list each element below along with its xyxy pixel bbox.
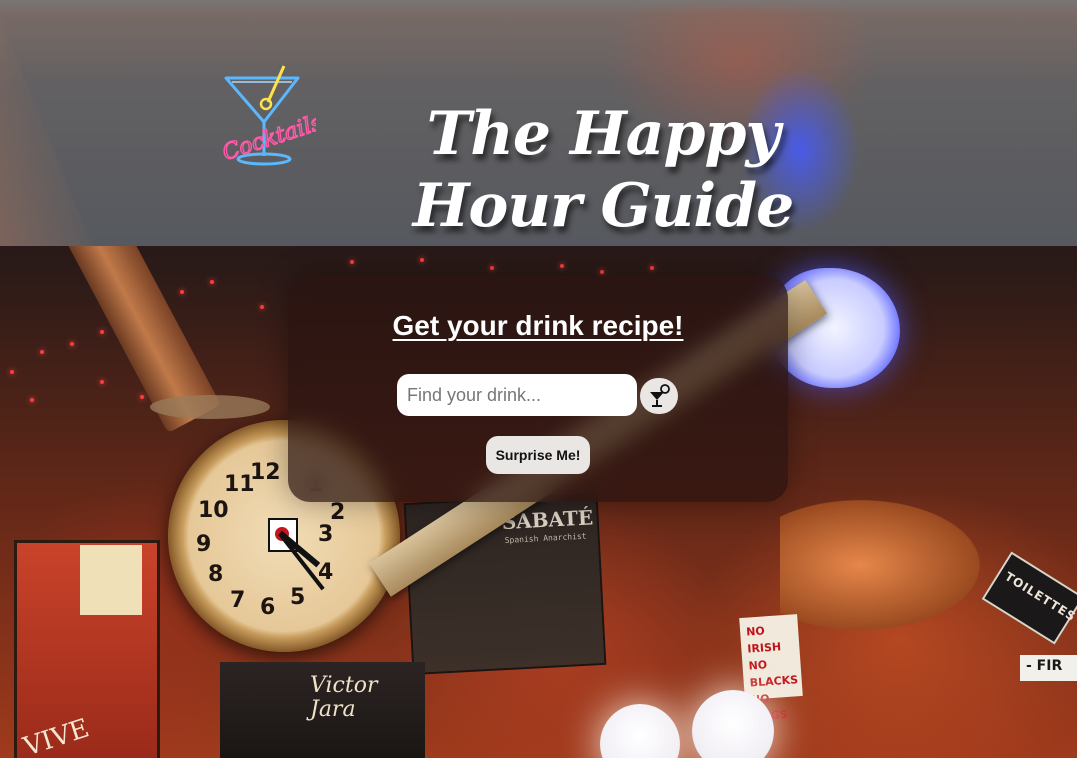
clock-number: 11 bbox=[224, 472, 255, 497]
page: 12 1 2 3 4 5 6 7 8 9 10 11 VIVE SABATÉ S… bbox=[0, 0, 1077, 758]
site-header: Cocktails The Happy Hour Guide bbox=[0, 0, 1077, 246]
sign-fir-text: - FIR bbox=[1026, 658, 1063, 674]
sign-toilettes-text: TOILETTES bbox=[1002, 569, 1077, 625]
search-button[interactable] bbox=[640, 378, 678, 414]
clock-number: 5 bbox=[290, 585, 306, 610]
clock-number: 7 bbox=[230, 588, 246, 613]
site-title: The Happy Hour Guide bbox=[412, 99, 795, 242]
clock-number: 8 bbox=[208, 562, 224, 587]
clock-number: 3 bbox=[318, 522, 334, 547]
poster-victor-text: Victor Jara bbox=[310, 673, 378, 722]
search-input[interactable] bbox=[397, 374, 637, 416]
search-card: Get your drink recipe! Surprise Me! bbox=[288, 276, 788, 502]
sign-no-irish: NO IRISH NO BLACKS NO DOGS bbox=[739, 614, 803, 723]
poster-sabate-subtitle: Spanish Anarchist bbox=[504, 531, 587, 545]
cocktail-search-icon bbox=[640, 384, 678, 417]
clock-number: 4 bbox=[318, 560, 334, 585]
clock-number: 10 bbox=[198, 498, 229, 523]
clock-number: 9 bbox=[196, 532, 212, 557]
globe-lamp bbox=[600, 704, 680, 758]
martini-glass-neon-icon: Cocktails bbox=[216, 64, 326, 174]
sign-toilettes: TOILETTES bbox=[981, 551, 1077, 645]
poster-victor-jara: Victor Jara bbox=[220, 662, 425, 758]
poster-vive-text: VIVE bbox=[19, 713, 93, 758]
header-light-streak bbox=[0, 0, 103, 246]
header-top-shade bbox=[0, 0, 1077, 14]
portrait-che bbox=[80, 545, 142, 615]
ceiling-fan bbox=[150, 395, 270, 419]
card-heading: Get your drink recipe! bbox=[392, 310, 684, 341]
sign-fir: - FIR bbox=[1020, 655, 1077, 681]
surprise-me-button[interactable]: Surprise Me! bbox=[486, 436, 590, 474]
hand-sculpture bbox=[780, 500, 980, 630]
clock-number: 6 bbox=[260, 595, 276, 620]
